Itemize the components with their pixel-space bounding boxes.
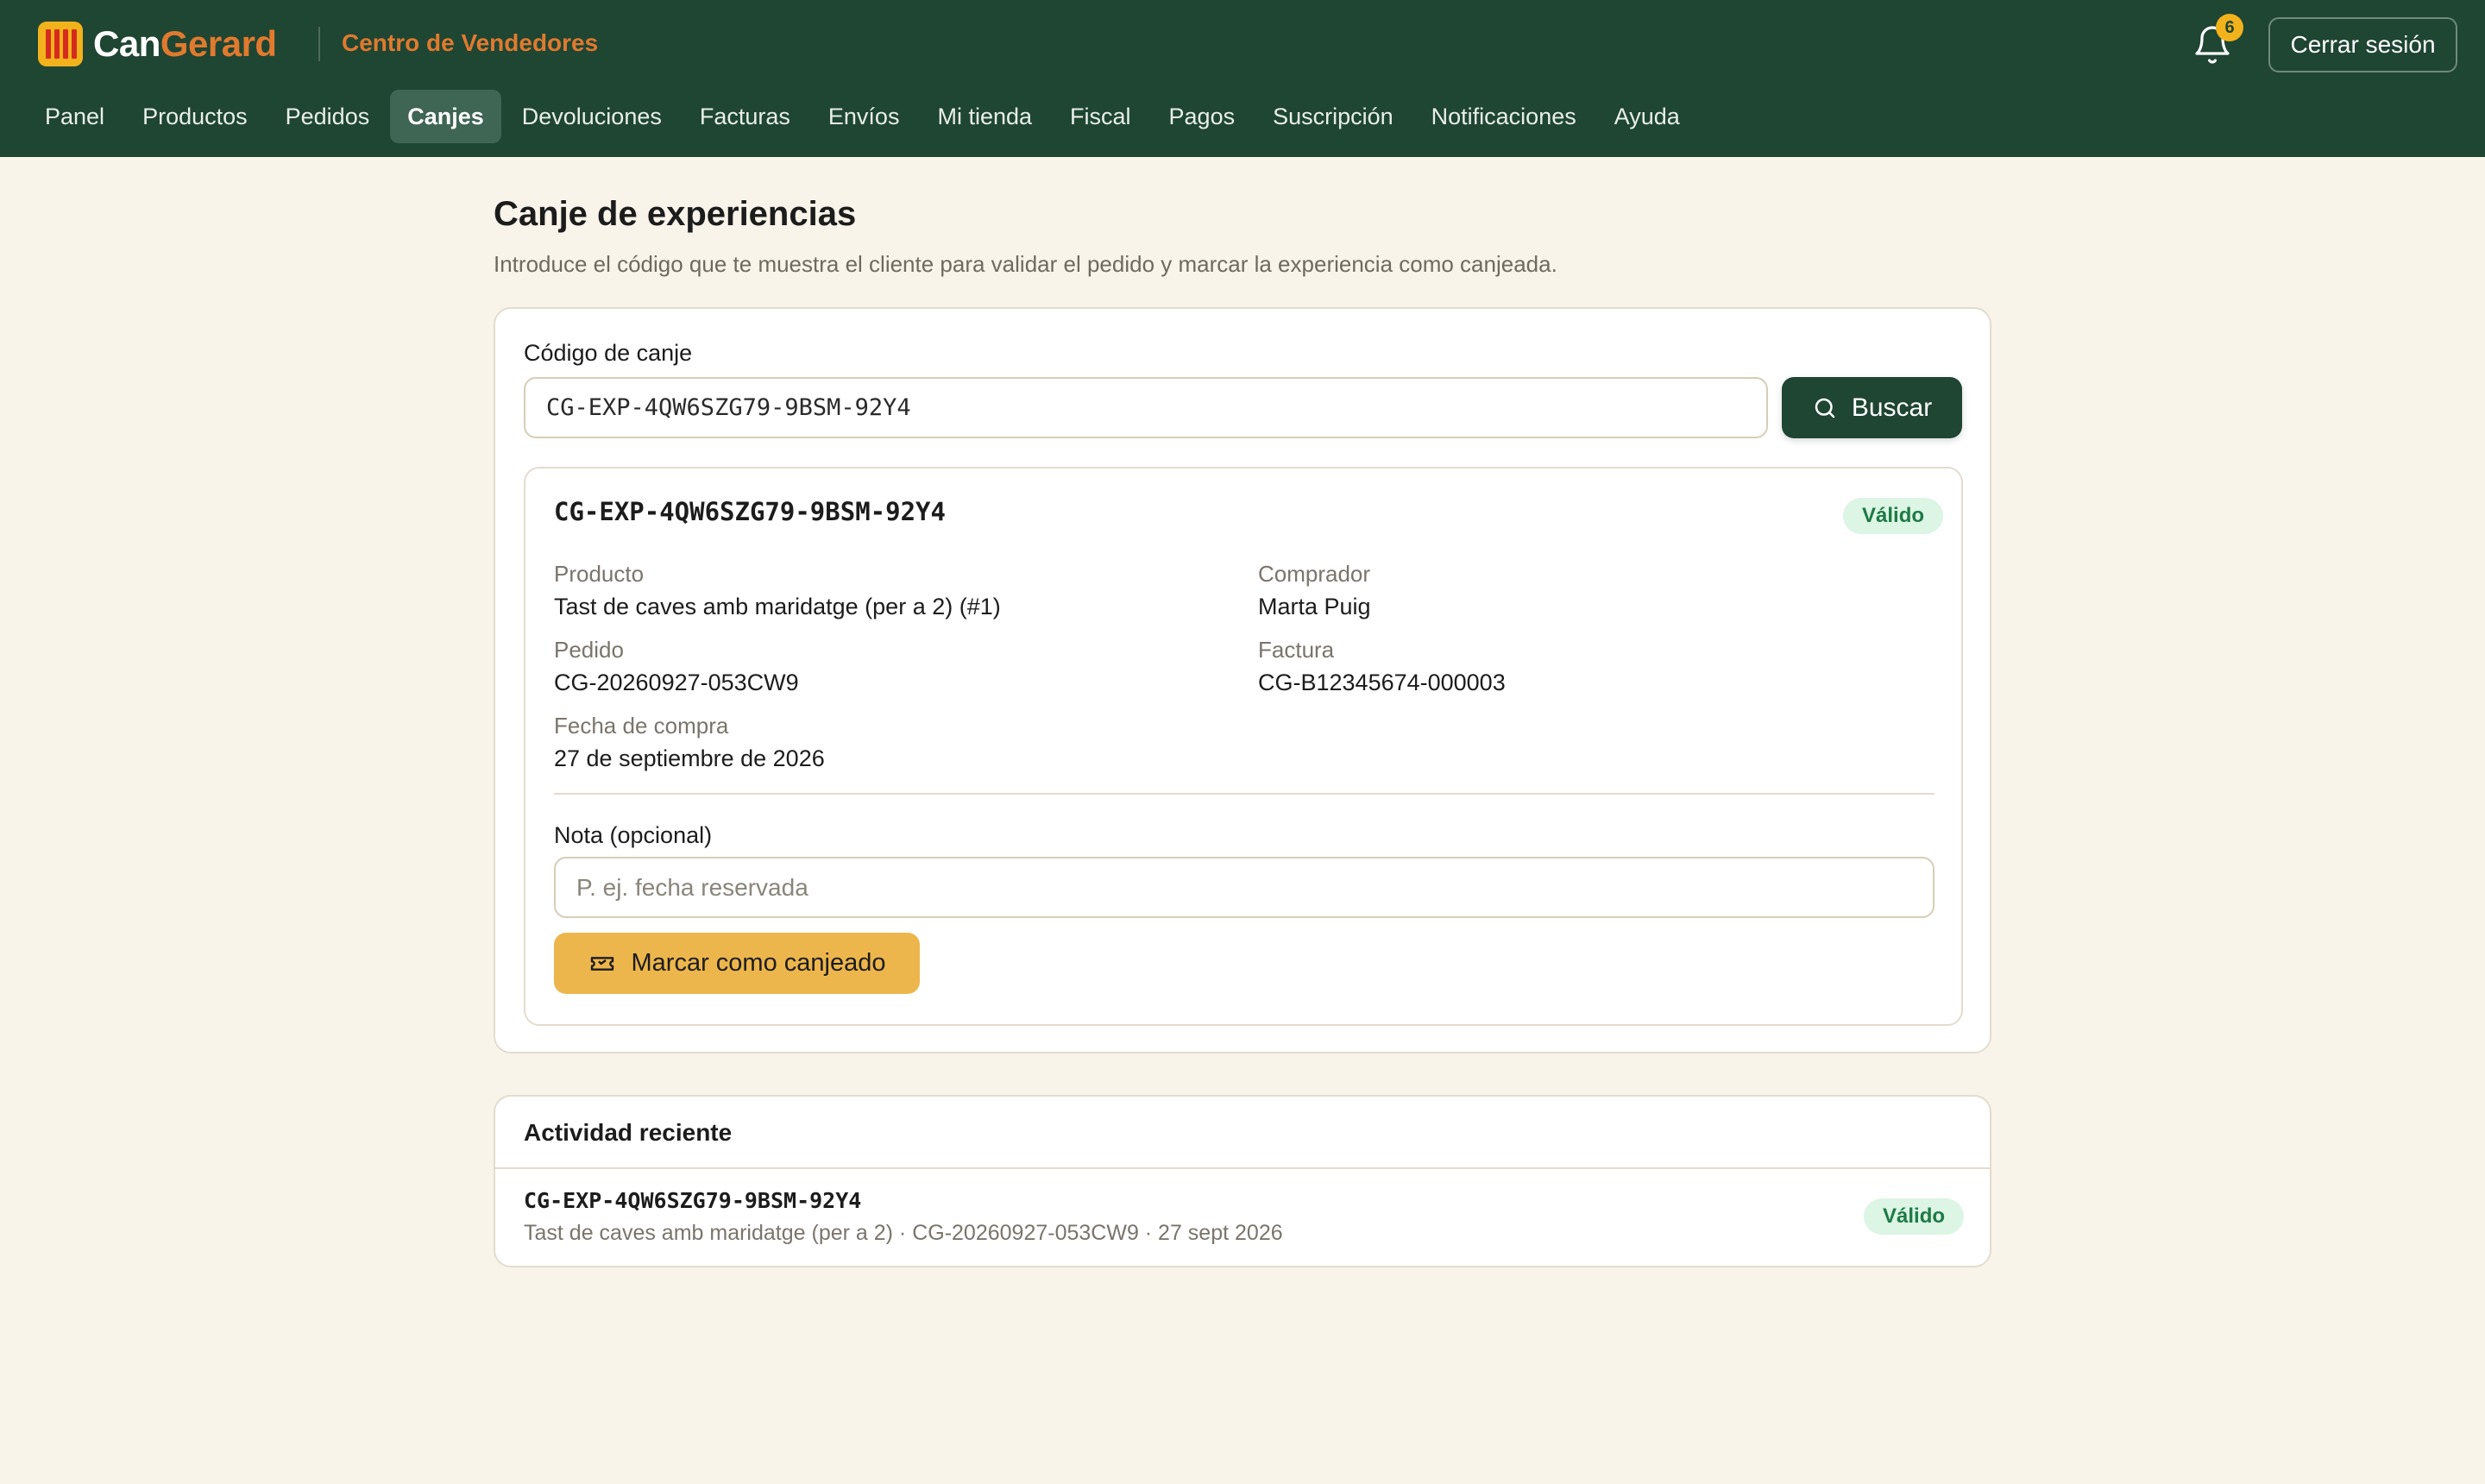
status-badge: Válido — [1843, 498, 1944, 534]
order-label: Pedido — [554, 637, 624, 663]
page-title: Canje de experiencias — [494, 195, 857, 233]
activity-status-badge: Válido — [1864, 1198, 1965, 1235]
brand-name-part1: Can — [93, 23, 160, 64]
code-field-label: Código de canje — [524, 340, 693, 366]
nav-item-ayuda[interactable]: Ayuda — [1597, 90, 1697, 143]
nav-item-productos[interactable]: Productos — [125, 90, 265, 143]
invoice-value: CG-B12345674-000003 — [1258, 670, 1506, 695]
note-field-label: Nota (opcional) — [554, 822, 713, 848]
result-divider — [554, 793, 1935, 795]
nav-item-envios[interactable]: Envíos — [811, 90, 917, 143]
nav-item-suscripcion[interactable]: Suscripción — [1255, 90, 1411, 143]
nav-item-fiscal[interactable]: Fiscal — [1053, 90, 1148, 143]
nav-item-mi-tienda[interactable]: Mi tienda — [920, 90, 1049, 143]
catalan-flag-logo-icon — [38, 22, 83, 66]
recent-activity-title: Actividad reciente — [524, 1119, 733, 1146]
product-value: Tast de caves amb maridatge (per a 2) (#… — [554, 594, 1001, 619]
product-label: Producto — [554, 561, 645, 587]
nav-item-devoluciones[interactable]: Devoluciones — [505, 90, 679, 143]
brand-divider — [318, 27, 320, 61]
result-code: CG-EXP-4QW6SZG79-9BSM-92Y4 — [554, 497, 946, 526]
buyer-label: Comprador — [1258, 561, 1371, 587]
activity-divider — [495, 1167, 1990, 1169]
mark-as-redeemed-button[interactable]: Marcar como canjeado — [554, 933, 920, 994]
nav-item-panel[interactable]: Panel — [28, 90, 122, 143]
activity-item-code: CG-EXP-4QW6SZG79-9BSM-92Y4 — [524, 1188, 862, 1213]
activity-item-meta: Tast de caves amb maridatge (per a 2) · … — [524, 1221, 1283, 1245]
brand-name: CanGerard — [93, 23, 277, 65]
page-header: Canje de experiencias Introduce el códig… — [494, 195, 1991, 278]
ticket-icon — [590, 956, 613, 971]
recent-activity-card: Actividad reciente CG-EXP-4QW6SZG79-9BSM… — [494, 1095, 1991, 1267]
purchase-date-label: Fecha de compra — [554, 713, 729, 739]
notifications-count-badge: 6 — [2216, 14, 2243, 41]
search-button-label: Buscar — [1851, 393, 1933, 422]
order-value: CG-20260927-053CW9 — [554, 670, 799, 695]
brand-logo[interactable]: CanGerard — [38, 22, 277, 66]
brand-name-part2: Gerard — [160, 23, 277, 64]
main-nav: Panel Productos Pedidos Canjes Devolucio… — [28, 90, 1701, 143]
buyer-value: Marta Puig — [1258, 594, 1371, 619]
note-input[interactable] — [554, 857, 1935, 918]
page-description: Introduce el código que te muestra el cl… — [494, 251, 1557, 277]
search-button[interactable]: Buscar — [1782, 377, 1962, 438]
top-bar: CanGerard Centro de Vendedores 6 Cerrar … — [0, 0, 2485, 157]
brand-subtitle: Centro de Vendedores — [342, 29, 599, 56]
nav-item-pedidos[interactable]: Pedidos — [268, 90, 387, 143]
logout-button[interactable]: Cerrar sesión — [2268, 17, 2457, 72]
nav-item-facturas[interactable]: Facturas — [683, 90, 808, 143]
redeem-card: Código de canje CG-EXP-4QW6SZG79-9BSM-92… — [494, 307, 1991, 1053]
mark-as-redeemed-label: Marcar como canjeado — [631, 949, 886, 977]
search-icon — [1815, 398, 1835, 418]
purchase-date-value: 27 de septiembre de 2026 — [554, 745, 825, 771]
redeem-code-input[interactable]: CG-EXP-4QW6SZG79-9BSM-92Y4 — [524, 377, 1768, 438]
nav-item-pagos[interactable]: Pagos — [1152, 90, 1253, 143]
redeem-result-panel: CG-EXP-4QW6SZG79-9BSM-92Y4 Válido Produc… — [524, 467, 1963, 1026]
nav-item-notificaciones[interactable]: Notificaciones — [1414, 90, 1594, 143]
invoice-label: Factura — [1258, 637, 1335, 663]
nav-item-canjes[interactable]: Canjes — [390, 90, 501, 143]
